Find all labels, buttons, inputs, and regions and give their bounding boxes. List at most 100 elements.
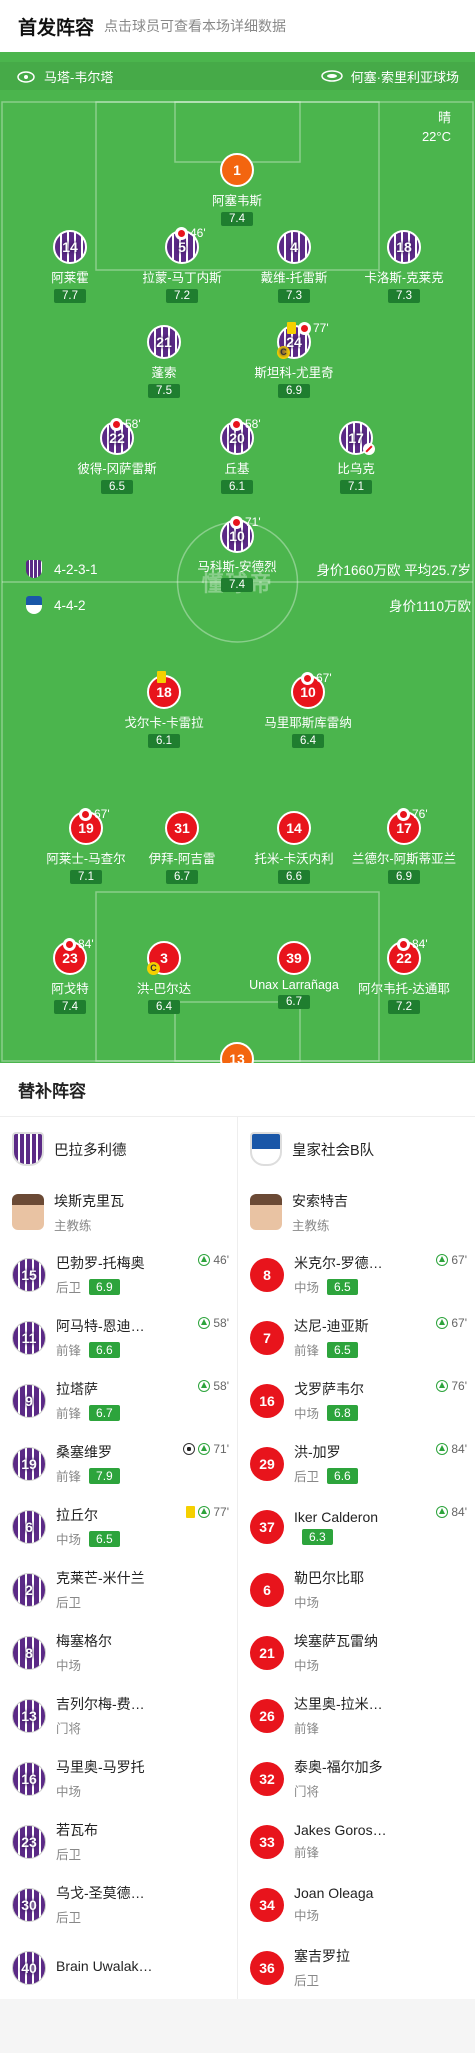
- sub-player-row[interactable]: 19 桑塞维罗 前锋 7.9 71': [0, 1432, 237, 1495]
- yellow-card-icon: [186, 1506, 196, 1518]
- sub-player-row[interactable]: 2 克莱芒-米什兰 后卫: [0, 1558, 237, 1621]
- sub-player-row[interactable]: 26 达里奥-拉米… 前锋: [238, 1684, 475, 1747]
- away-subs-team[interactable]: 皇家社会B队: [238, 1117, 475, 1181]
- player-rating: 7.3: [278, 289, 310, 303]
- sub-player-rating: 6.7: [89, 1404, 120, 1421]
- home-player[interactable]: 14 阿莱霍 7.7: [5, 230, 135, 304]
- sub-player-row[interactable]: 30 乌戈-圣莫德… 后卫: [0, 1873, 237, 1936]
- player-rating: 6.6: [278, 870, 310, 884]
- away-player[interactable]: 22 84' 阿尔韦托-达通耶 7.2: [339, 937, 469, 1015]
- player-name: 兰德尔-阿斯蒂亚兰: [351, 852, 457, 866]
- sub-player-row[interactable]: 6 拉丘尔 中场 6.5 77': [0, 1495, 237, 1558]
- sub-player-row[interactable]: 8 米克尔-罗德… 中场 6.5 67': [238, 1243, 475, 1306]
- venue-stadium: 何塞·索里利亚球场: [350, 69, 459, 85]
- sub-player-position: 中场: [56, 1785, 82, 1799]
- sub-player-info: 马里奥-马罗托 中场: [56, 1757, 225, 1800]
- player-name: 比乌克: [337, 462, 375, 476]
- stadium-icon: [320, 70, 343, 82]
- sub-player-row[interactable]: 9 拉塔萨 前锋 6.7 58': [0, 1369, 237, 1432]
- sub-in-minute: 77': [213, 1505, 229, 1519]
- sub-player-row[interactable]: 40 Brain Uwalak…: [0, 1936, 237, 1999]
- home-subs-team[interactable]: 巴拉多利德: [0, 1117, 237, 1181]
- substitution-in-icon: [198, 1317, 211, 1329]
- sub-player-position: 前锋: [294, 1344, 320, 1358]
- shirt-number: 8: [12, 1635, 46, 1670]
- sub-player-row[interactable]: 36 塞吉罗拉 后卫: [238, 1936, 475, 1999]
- home-player[interactable]: 18 卡洛斯-克莱克 7.3: [339, 230, 469, 304]
- sub-player-row[interactable]: 32 泰奥-福尔加多 门将: [238, 1747, 475, 1810]
- shirt-number: 31: [165, 811, 199, 845]
- sub-player-position: 中场: [294, 1281, 320, 1295]
- substitution-out-icon: [63, 937, 76, 951]
- sub-player-meta: 门将: [294, 1781, 463, 1800]
- sub-player-name: Joan Oleaga: [294, 1885, 374, 1901]
- sub-player-row[interactable]: 6 勒巴尔比耶 中场: [238, 1558, 475, 1621]
- shirt-number: 21: [250, 1635, 284, 1670]
- sub-player-position: 后卫: [294, 1470, 320, 1484]
- sub-player-row[interactable]: 34 Joan Oleaga 中场: [238, 1873, 475, 1936]
- home-coach[interactable]: 埃斯克里瓦 主教练: [0, 1181, 237, 1243]
- sub-player-row[interactable]: 23 若瓦布 后卫: [0, 1810, 237, 1873]
- substitution-out-icon: [175, 226, 188, 240]
- player-rating: 7.5: [148, 384, 180, 398]
- home-player[interactable]: 1 阿塞韦斯 7.4: [172, 153, 302, 227]
- sub-player-row[interactable]: 8 梅塞格尔 中场: [0, 1621, 237, 1684]
- home-player[interactable]: 21 蓬索 7.5: [99, 325, 229, 399]
- sub-player-meta: 后卫: [294, 1970, 463, 1989]
- sub-player-meta: 前锋 6.5: [294, 1340, 463, 1359]
- sub-player-rating: 6.5: [327, 1278, 358, 1295]
- sub-player-rating: 6.8: [327, 1404, 358, 1421]
- sub-player-row[interactable]: 15 巴勃罗-托梅奥 后卫 6.9 46': [0, 1243, 237, 1306]
- sub-player-position: 前锋: [294, 1846, 320, 1860]
- sub-player-meta: 中场: [56, 1781, 225, 1800]
- sub-player-rating: 6.5: [89, 1530, 120, 1547]
- shirt-number: 19: [12, 1446, 46, 1481]
- away-player[interactable]: 13阿拉纳6.4: [172, 1042, 302, 1063]
- away-player[interactable]: 3 C 洪-巴尔达 6.4: [99, 941, 229, 1015]
- shirt-number: 3C: [147, 941, 181, 975]
- player-name: 卡洛斯-克莱克: [364, 271, 444, 285]
- sub-player-info: 埃塞萨瓦雷纳 中场: [294, 1631, 463, 1674]
- sub-player-row[interactable]: 16 马里奥-马罗托 中场: [0, 1747, 237, 1810]
- home-player[interactable]: 20 58' 丘基 6.1: [172, 417, 302, 495]
- sub-player-name: Jakes Goros…: [294, 1822, 387, 1838]
- sub-player-name: 达里奥-拉米…: [294, 1696, 383, 1712]
- away-crest-icon: [26, 596, 42, 614]
- home-player[interactable]: 17 比乌克 7.1: [291, 421, 421, 495]
- player-rating: 6.9: [388, 870, 420, 884]
- player-events: 77': [287, 321, 329, 335]
- sub-player-position: 前锋: [294, 1722, 320, 1736]
- shirt-number: 34: [250, 1887, 284, 1922]
- sub-player-name: 洪-加罗: [294, 1444, 341, 1460]
- sub-player-meta: 前锋 7.9: [56, 1466, 225, 1485]
- sub-player-row[interactable]: 29 洪-加罗 后卫 6.6 84': [238, 1432, 475, 1495]
- shirt-number: 30: [12, 1887, 46, 1922]
- away-coach[interactable]: 安索特吉 主教练: [238, 1181, 475, 1243]
- player-rating: 7.4: [221, 212, 253, 226]
- player-name: 阿塞韦斯: [211, 194, 262, 208]
- sub-player-row[interactable]: 16 戈罗萨韦尔 中场 6.8 76': [238, 1369, 475, 1432]
- away-player[interactable]: 31 伊拜-阿吉雷 6.7: [117, 811, 247, 885]
- player-rating: 6.7: [166, 870, 198, 884]
- substitution-in-icon: [436, 1380, 449, 1392]
- sub-minute: 58': [125, 417, 141, 431]
- sub-player-row[interactable]: 33 Jakes Goros… 前锋: [238, 1810, 475, 1873]
- substitution-in-icon: [198, 1380, 211, 1392]
- sub-player-row[interactable]: 11 阿马特-恩迪… 前锋 6.6 58': [0, 1306, 237, 1369]
- sub-player-meta: 门将: [56, 1718, 225, 1737]
- away-player[interactable]: 10 67' 马里耶斯库雷纳 6.4: [243, 671, 373, 749]
- away-player[interactable]: 18 戈尔卡-卡雷拉 6.1: [99, 671, 229, 749]
- sub-player-row[interactable]: 13 吉列尔梅-费… 门将: [0, 1684, 237, 1747]
- player-rating: 6.5: [101, 480, 133, 494]
- home-player[interactable]: 5 46' 拉蒙-马丁内斯 7.2: [117, 226, 247, 304]
- home-player[interactable]: 22 58' 彼得-冈萨雷斯 6.5: [52, 417, 182, 495]
- home-player[interactable]: 24 C 77' 斯坦科-尤里奇 6.9: [229, 321, 359, 399]
- sub-player-row[interactable]: 7 达尼-迪亚斯 前锋 6.5 67': [238, 1306, 475, 1369]
- lineup-title: 首发阵容: [18, 17, 95, 39]
- sub-player-row[interactable]: 37 Iker Calderon 6.3 84': [238, 1495, 475, 1558]
- sub-player-row[interactable]: 21 埃塞萨瓦雷纳 中场: [238, 1621, 475, 1684]
- home-player[interactable]: 10 71' 马科斯-安德烈 7.4: [172, 515, 302, 593]
- player-name: 蓬索: [151, 366, 177, 380]
- away-player[interactable]: 17 76' 兰德尔-阿斯蒂亚兰 6.9: [339, 807, 469, 885]
- substitution-out-icon: [110, 417, 123, 431]
